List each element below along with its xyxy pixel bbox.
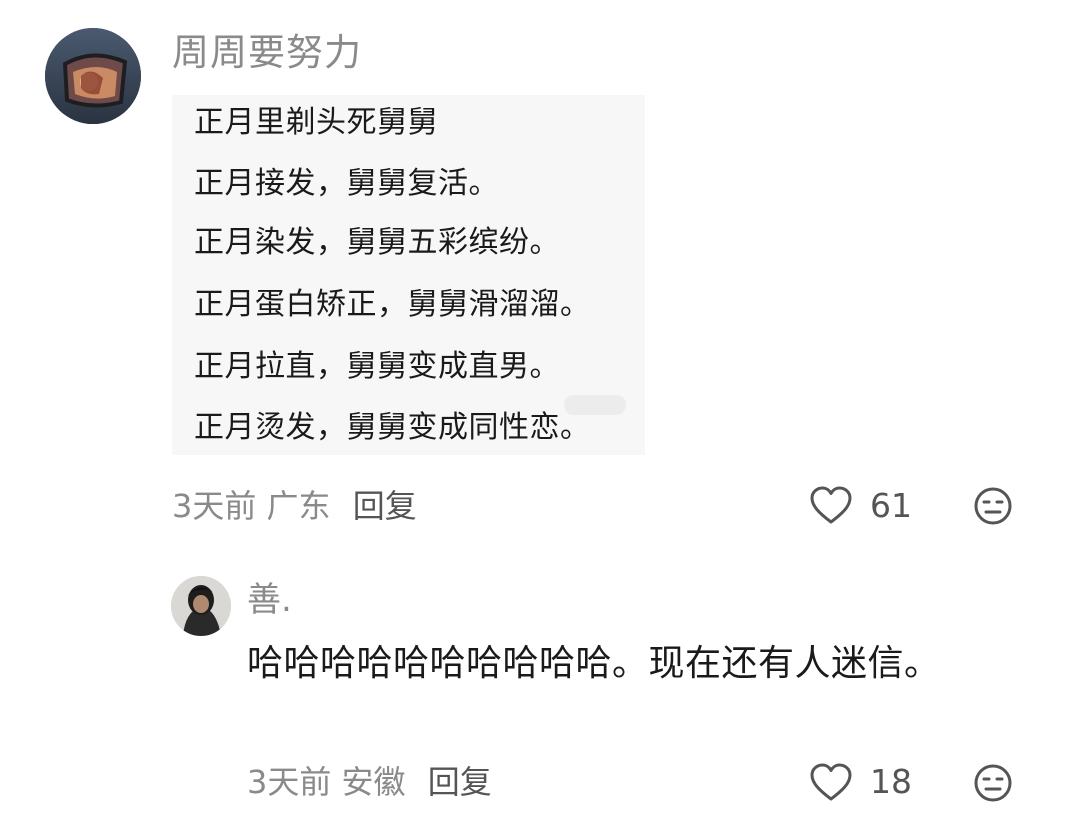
location: 广东: [266, 487, 331, 525]
avatar-image: [45, 28, 141, 124]
image-text-line: 正月拉直，舅舅变成直男。: [194, 349, 560, 384]
comment-meta: 3天前 安徽 回复: [247, 760, 492, 804]
image-text-line: 正月蛋白矫正，舅舅滑溜溜。: [194, 287, 591, 322]
timestamp: 3天前: [172, 487, 257, 525]
image-text-line: 正月烫发，舅舅变成同性恋。: [194, 410, 591, 445]
reply-button[interactable]: 回复: [428, 763, 492, 801]
image-text-line: 正月染发，舅舅五彩缤纷。: [194, 225, 560, 260]
timestamp: 3天前: [247, 763, 332, 801]
avatar[interactable]: [45, 28, 141, 124]
watermark-badge: [564, 395, 626, 415]
reply-button[interactable]: 回复: [353, 487, 417, 525]
heart-outline-icon[interactable]: [809, 486, 853, 526]
location: 安徽: [341, 763, 406, 801]
image-text-line: 正月接发，舅舅复活。: [194, 166, 499, 201]
heart-outline-icon[interactable]: [809, 763, 853, 803]
neutral-face-icon[interactable]: [973, 486, 1013, 526]
avatar[interactable]: [171, 576, 231, 636]
username[interactable]: 周周要努力: [172, 28, 362, 78]
neutral-face-icon[interactable]: [973, 763, 1013, 803]
avatar-image: [171, 576, 231, 636]
image-text-line: 正月里剃头死舅舅: [194, 105, 438, 140]
like-count: 18: [870, 762, 912, 801]
like-count: 61: [870, 486, 912, 525]
username[interactable]: 善.: [247, 577, 292, 623]
comment-meta: 3天前 广东 回复: [172, 484, 417, 528]
comment-image[interactable]: 正月里剃头死舅舅 正月接发，舅舅复活。 正月染发，舅舅五彩缤纷。 正月蛋白矫正，…: [172, 95, 645, 455]
comment-text: 哈哈哈哈哈哈哈哈哈哈。现在还有人迷信。: [247, 643, 941, 684]
